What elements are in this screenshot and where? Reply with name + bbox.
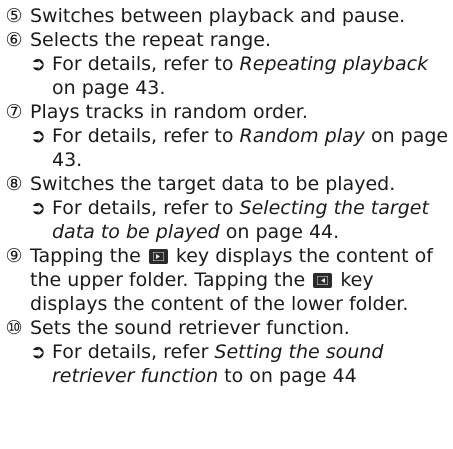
reference-prefix: For details, refer: [52, 341, 215, 363]
item-text: Switches the target data to be played.: [30, 173, 396, 195]
reference-note: ➲ For details, refer to Repeating playba…: [0, 52, 453, 100]
reference-page: on page 43.: [52, 77, 166, 99]
reference-title: Repeating playback: [239, 53, 429, 75]
item-text-part: Tapping the: [30, 245, 147, 267]
arrow-icon: ➲: [30, 53, 46, 75]
item-text: Switches between playback and pause.: [30, 5, 406, 27]
folder-up-key-icon: [148, 249, 168, 264]
arrow-icon: ➲: [30, 125, 46, 147]
item-number: ⑥: [5, 29, 23, 51]
list-item: ⑦ Plays tracks in random order.: [0, 100, 453, 124]
item-number: ⑩: [5, 317, 23, 339]
list-item: ⑥ Selects the repeat range.: [0, 28, 453, 52]
reference-prefix: For details, refer to: [52, 53, 240, 75]
reference-page: on page 44.: [219, 221, 340, 243]
list-item: ⑤ Switches between playback and pause.: [0, 4, 453, 28]
arrow-icon: ➲: [30, 341, 46, 363]
arrow-icon: ➲: [30, 197, 46, 219]
reference-page: to on page 44: [218, 365, 357, 387]
item-number: ⑨: [5, 245, 23, 267]
list-item: ⑧ Switches the target data to be played.: [0, 172, 453, 196]
folder-down-key-icon: [313, 273, 333, 288]
list-item: ⑨ Tapping the key displays the content o…: [0, 244, 453, 316]
reference-prefix: For details, refer to: [52, 197, 240, 219]
manual-page: ⑤ Switches between playback and pause. ⑥…: [0, 0, 453, 449]
item-number: ⑤: [5, 5, 23, 27]
list-item: ⑩ Sets the sound retriever function.: [0, 316, 453, 340]
item-text: Plays tracks in random order.: [30, 101, 308, 123]
reference-prefix: For details, refer to: [52, 125, 240, 147]
reference-note: ➲ For details, refer Setting the sound r…: [0, 340, 453, 388]
reference-note: ➲ For details, refer to Selecting the ta…: [0, 196, 453, 244]
reference-title: Random play: [239, 125, 365, 147]
item-number: ⑧: [5, 173, 23, 195]
item-text: Sets the sound retriever function.: [30, 317, 350, 339]
item-number: ⑦: [5, 101, 23, 123]
item-text: Selects the repeat range.: [30, 29, 272, 51]
reference-note: ➲ For details, refer to Random play on p…: [0, 124, 453, 172]
